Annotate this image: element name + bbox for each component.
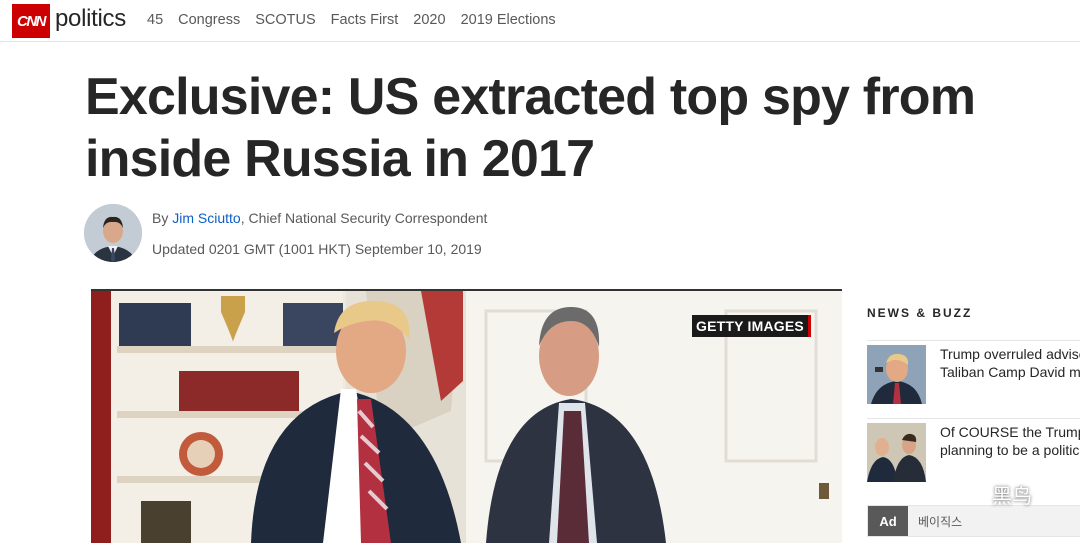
updated-timestamp: Updated 0201 GMT (1001 HKT) September 10…: [152, 241, 482, 257]
byline: By Jim Sciutto, Chief National Security …: [152, 210, 487, 226]
ad-text[interactable]: 베이직스: [918, 513, 962, 530]
news-item[interactable]: Trump overruled advise Taliban Camp Davi…: [867, 340, 1080, 405]
ad-label: Ad: [868, 506, 908, 536]
news-headline[interactable]: Trump overruled advise Taliban Camp Davi…: [940, 345, 1080, 381]
cnn-logo[interactable]: CNN: [12, 4, 50, 38]
chat-bubble-icon: [960, 481, 986, 509]
news-headline-line: planning to be a politic: [940, 442, 1080, 458]
nav-link-45[interactable]: 45: [147, 12, 163, 28]
nav-link-scotus[interactable]: SCOTUS: [255, 12, 315, 28]
nav-link-congress[interactable]: Congress: [178, 12, 240, 28]
watermark-text: 黑鸟: [992, 486, 1032, 508]
section-title[interactable]: politics: [55, 5, 126, 33]
author-link[interactable]: Jim Sciutto: [172, 210, 240, 226]
watermark: 黑鸟: [960, 480, 1032, 509]
news-buzz-title: NEWS & BUZZ: [867, 306, 973, 320]
nav-link-2020[interactable]: 2020: [413, 12, 445, 28]
news-headline-line: Of COURSE the Trumps: [940, 424, 1080, 440]
news-item[interactable]: Of COURSE the Trumps planning to be a po…: [867, 418, 1080, 483]
news-headline[interactable]: Of COURSE the Trumps planning to be a po…: [940, 423, 1080, 459]
article-headline: Exclusive: US extracted top spy from ins…: [85, 68, 976, 188]
byline-prefix: By: [152, 210, 173, 226]
top-nav: CNN politics 45 Congress SCOTUS Facts Fi…: [0, 0, 1080, 42]
author-title: , Chief National Security Correspondent: [240, 210, 488, 226]
news-thumbnail[interactable]: [867, 345, 926, 404]
author-avatar[interactable]: [84, 204, 142, 262]
news-headline-line: Taliban Camp David me: [940, 364, 1080, 380]
news-headline-line: Trump overruled advise: [940, 346, 1080, 362]
nav-link-2019-elections[interactable]: 2019 Elections: [461, 12, 556, 28]
nav-link-facts-first[interactable]: Facts First: [331, 12, 399, 28]
photo-credit-badge: GETTY IMAGES: [692, 315, 811, 337]
nav-links: 45 Congress SCOTUS Facts First 2020 2019…: [147, 12, 556, 28]
news-thumbnail[interactable]: [867, 423, 926, 482]
ad-banner[interactable]: Ad 베이직스: [867, 505, 1080, 537]
